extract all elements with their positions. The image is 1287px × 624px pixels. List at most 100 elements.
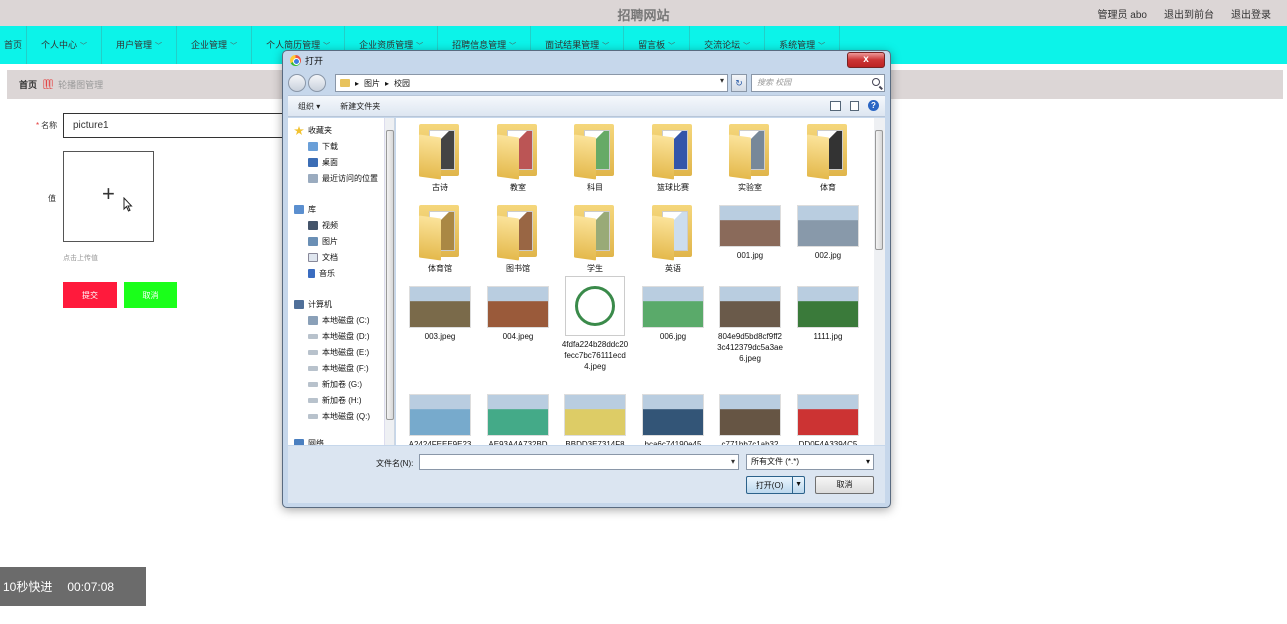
tree-recent[interactable]: 最近访问的位置: [308, 173, 378, 184]
folder-item[interactable]: 图书馆: [484, 205, 552, 274]
image-thumbnail: [564, 394, 626, 436]
folder-item[interactable]: 英语: [639, 205, 707, 274]
preview-pane-icon[interactable]: [850, 100, 859, 111]
tree-libraries[interactable]: 库: [294, 204, 316, 215]
image-file-item[interactable]: 003.jpeg: [406, 286, 474, 342]
folder-item[interactable]: 实验室: [716, 124, 784, 193]
search-placeholder: 搜索 校园: [757, 78, 792, 87]
tree-drive-h[interactable]: 新加卷 (H:): [308, 395, 362, 406]
logout-link[interactable]: 退出登录: [1231, 6, 1271, 21]
dialog-cancel-button[interactable]: 取消: [815, 476, 874, 494]
tree-computer[interactable]: 计算机: [294, 299, 332, 310]
name-input[interactable]: [63, 113, 293, 138]
exit-to-frontend-link[interactable]: 退出到前台: [1164, 6, 1214, 21]
folder-item[interactable]: 学生: [561, 205, 629, 274]
tree-label: 本地磁盘 (Q:): [322, 412, 370, 421]
tree-drive-g[interactable]: 新加卷 (G:): [308, 379, 362, 390]
submit-button[interactable]: 提交: [63, 282, 117, 308]
tree-drive-q[interactable]: 本地磁盘 (Q:): [308, 411, 370, 422]
image-file-item[interactable]: 1111.jpg: [794, 286, 862, 342]
nav-user-management[interactable]: 用户管理 ﹀: [102, 26, 178, 64]
forward-arrow-icon[interactable]: [308, 74, 326, 92]
filename-input[interactable]: ▾: [419, 454, 739, 470]
tree-music[interactable]: 音乐: [308, 268, 335, 279]
chevron-down-icon[interactable]: ▾: [731, 457, 735, 466]
folder-front: [419, 215, 441, 261]
image-file-item[interactable]: 002.jpg: [794, 205, 862, 261]
tree-drive-e[interactable]: 本地磁盘 (E:): [308, 347, 369, 358]
nav-personal-center[interactable]: 个人中心 ﹀: [27, 26, 103, 64]
image-field-label: 值: [48, 194, 56, 203]
image-file-item[interactable]: AE93A4A732BD: [484, 394, 552, 445]
image-thumbnail: [719, 286, 781, 328]
folder-item[interactable]: 科目: [561, 124, 629, 193]
drive-icon: [308, 350, 318, 355]
image-file-item[interactable]: 001.jpg: [716, 205, 784, 261]
image-file-item[interactable]: 804e9d5bd8cf9ff23c412379dc5a3ae6.jpeg: [716, 286, 784, 364]
nav-label: 留言板: [638, 40, 666, 50]
image-file-item[interactable]: A2424FEEE9E23: [406, 394, 474, 445]
folder-item[interactable]: 篮球比赛: [639, 124, 707, 193]
drive-icon: [308, 382, 318, 387]
view-options-icon[interactable]: [830, 100, 841, 111]
tree-pictures[interactable]: 图片: [308, 236, 338, 247]
dialog-footer: 文件名(N): ▾ 所有文件 (*.*) ▾ 打开(O) ▼ 取消: [288, 446, 885, 503]
folder-item[interactable]: 体育: [794, 124, 862, 193]
tree-downloads[interactable]: 下载: [308, 141, 338, 152]
help-icon[interactable]: ?: [868, 100, 879, 111]
scrollbar-thumb[interactable]: [386, 130, 394, 420]
nav-home[interactable]: 首页: [0, 26, 28, 64]
image-file-item[interactable]: 004.jpeg: [484, 286, 552, 342]
folder-item[interactable]: 古诗: [406, 124, 474, 193]
dialog-search-input[interactable]: 搜索 校园: [751, 74, 885, 92]
new-folder-button[interactable]: 新建文件夹: [330, 101, 390, 112]
admin-user-label: 管理员 abo: [1097, 10, 1147, 21]
tree-network[interactable]: 网络: [294, 438, 324, 445]
image-file-item[interactable]: BBDD3E7314F8: [561, 394, 629, 445]
path-segment-pictures[interactable]: 图片: [364, 78, 380, 89]
nav-label: 面试结果管理: [545, 40, 600, 50]
file-list-scrollbar[interactable]: [874, 118, 885, 445]
back-arrow-icon[interactable]: [288, 74, 306, 92]
dialog-title: 打开: [305, 56, 324, 66]
scrollbar-thumb[interactable]: [875, 130, 883, 250]
tree-drive-f[interactable]: 本地磁盘 (F:): [308, 363, 369, 374]
nav-label: 企业管理: [191, 40, 228, 50]
file-name: c771bb7c1ab32: [721, 440, 779, 445]
video-overlay: 10秒快进 00:07:08: [0, 567, 146, 606]
tree-drive-c[interactable]: 本地磁盘 (C:): [308, 315, 370, 326]
dialog-close-button[interactable]: x: [847, 52, 885, 68]
chevron-down-icon[interactable]: ▼: [792, 477, 804, 493]
image-file-item[interactable]: 006.jpg: [639, 286, 707, 342]
cancel-button[interactable]: 取消: [124, 282, 177, 308]
refresh-icon[interactable]: ↻: [731, 74, 747, 92]
file-list: 古诗 教室 科目 篮球比赛 实验室 体育体育馆 图书馆 学生 英语 001.jpg 002.jpg 0…: [396, 118, 885, 445]
file-type-select[interactable]: 所有文件 (*.*) ▾: [746, 454, 874, 470]
folder-icon: [340, 79, 350, 87]
image-file-item[interactable]: DD0F4A3394C5: [794, 394, 862, 445]
image-thumbnail: [565, 276, 625, 336]
file-name: 科目: [587, 183, 603, 192]
path-segment-campus[interactable]: 校园: [394, 78, 410, 89]
image-file-item[interactable]: bca6c74190e45: [639, 394, 707, 445]
chevron-down-icon[interactable]: ▾: [720, 76, 724, 85]
tree-drive-d[interactable]: 本地磁盘 (D:): [308, 331, 370, 342]
nav-company-management[interactable]: 企业管理 ﹀: [177, 26, 253, 64]
image-upload-box[interactable]: +: [63, 151, 154, 242]
image-file-item[interactable]: c771bb7c1ab32: [716, 394, 784, 445]
chevron-down-icon: ﹀: [416, 43, 424, 50]
breadcrumb-home[interactable]: 首页: [19, 78, 37, 91]
nav-pane-scrollbar[interactable]: [384, 118, 394, 445]
recent-icon: [308, 174, 318, 183]
folder-item[interactable]: 教室: [484, 124, 552, 193]
tree-favorites[interactable]: 收藏夹: [294, 125, 332, 136]
tree-desktop[interactable]: 桌面: [308, 157, 338, 168]
address-bar[interactable]: ▸ 图片 ▸ 校园 ▾: [335, 74, 728, 92]
tree-documents[interactable]: 文档: [308, 252, 338, 263]
organize-menu[interactable]: 组织 ▾: [288, 101, 330, 112]
skip-10s-button[interactable]: 10秒快进: [3, 578, 52, 595]
tree-videos[interactable]: 视频: [308, 220, 338, 231]
image-file-item[interactable]: 4fdfa224b28ddc20fecc7bc76111ecd4.jpeg: [561, 276, 629, 372]
folder-item[interactable]: 体育馆: [406, 205, 474, 274]
open-button[interactable]: 打开(O) ▼: [746, 476, 805, 494]
